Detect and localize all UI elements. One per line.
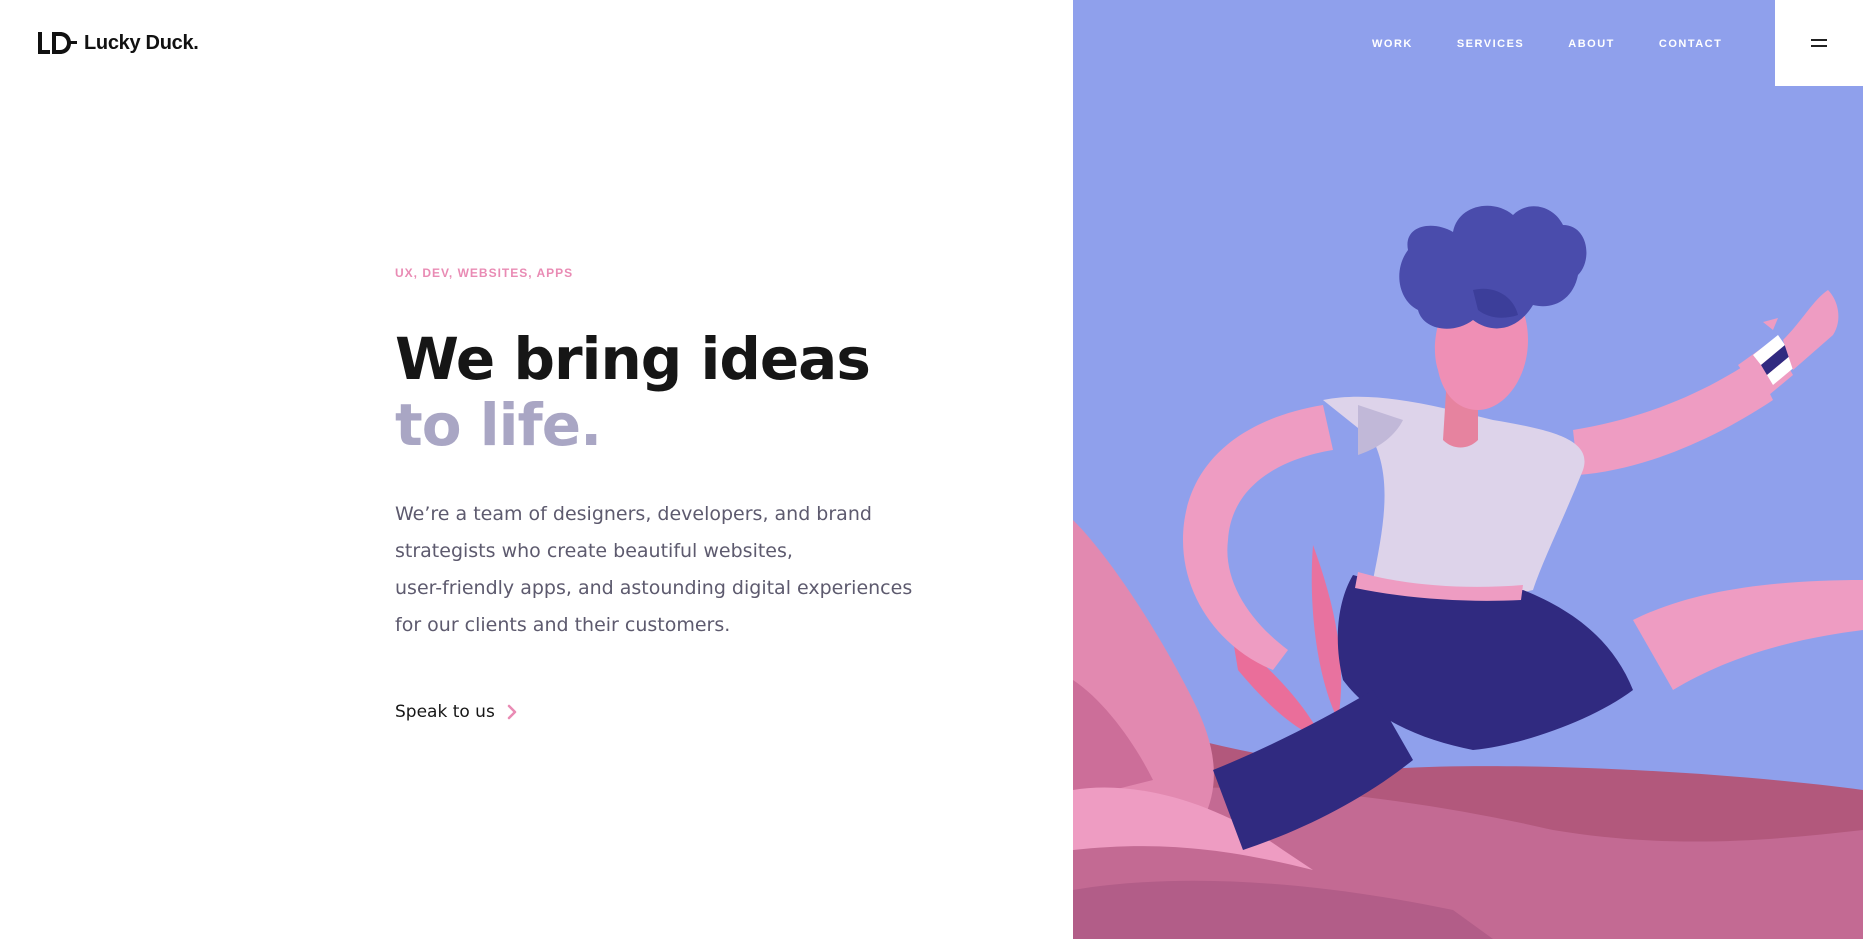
chevron-right-icon — [507, 704, 517, 720]
cta-label: Speak to us — [395, 702, 495, 722]
hamburger-icon — [1811, 39, 1827, 47]
brand-logo[interactable]: Lucky Duck. — [36, 30, 199, 56]
hero-description: We’re a team of designers, developers, a… — [395, 496, 915, 644]
description-line: user-friendly apps, and astounding digit… — [395, 577, 913, 599]
hero-illustration-panel: WORK SERVICES ABOUT CONTACT — [1073, 0, 1863, 939]
description-line: for our clients and their customers. — [395, 614, 731, 636]
nav-item-work[interactable]: WORK — [1372, 38, 1413, 50]
nav-item-services[interactable]: SERVICES — [1457, 38, 1524, 50]
headline-line-2: to life. — [395, 391, 602, 459]
ld-logo-icon — [38, 32, 77, 54]
speak-to-us-link[interactable]: Speak to us — [395, 702, 517, 722]
nav-item-about[interactable]: ABOUT — [1568, 38, 1615, 50]
headline-line-1: We bring ideas — [395, 325, 871, 393]
description-line: strategists who create beautiful website… — [395, 540, 793, 562]
nav-item-contact[interactable]: CONTACT — [1659, 38, 1722, 50]
main-navigation: WORK SERVICES ABOUT CONTACT — [1372, 38, 1722, 50]
left-panel: Lucky Duck. UX, DEV, WEBSITES, APPS We b… — [0, 0, 1073, 939]
brand-name: Lucky Duck. — [84, 31, 199, 54]
running-person-illustration — [1073, 205, 1863, 939]
hero-section: UX, DEV, WEBSITES, APPS We bring ideas t… — [395, 266, 915, 722]
hero-headline: We bring ideas to life. — [395, 326, 915, 458]
menu-button[interactable] — [1775, 0, 1863, 86]
hero-eyebrow: UX, DEV, WEBSITES, APPS — [395, 266, 574, 280]
page: Lucky Duck. UX, DEV, WEBSITES, APPS We b… — [0, 0, 1863, 939]
description-line: We’re a team of designers, developers, a… — [395, 503, 872, 525]
